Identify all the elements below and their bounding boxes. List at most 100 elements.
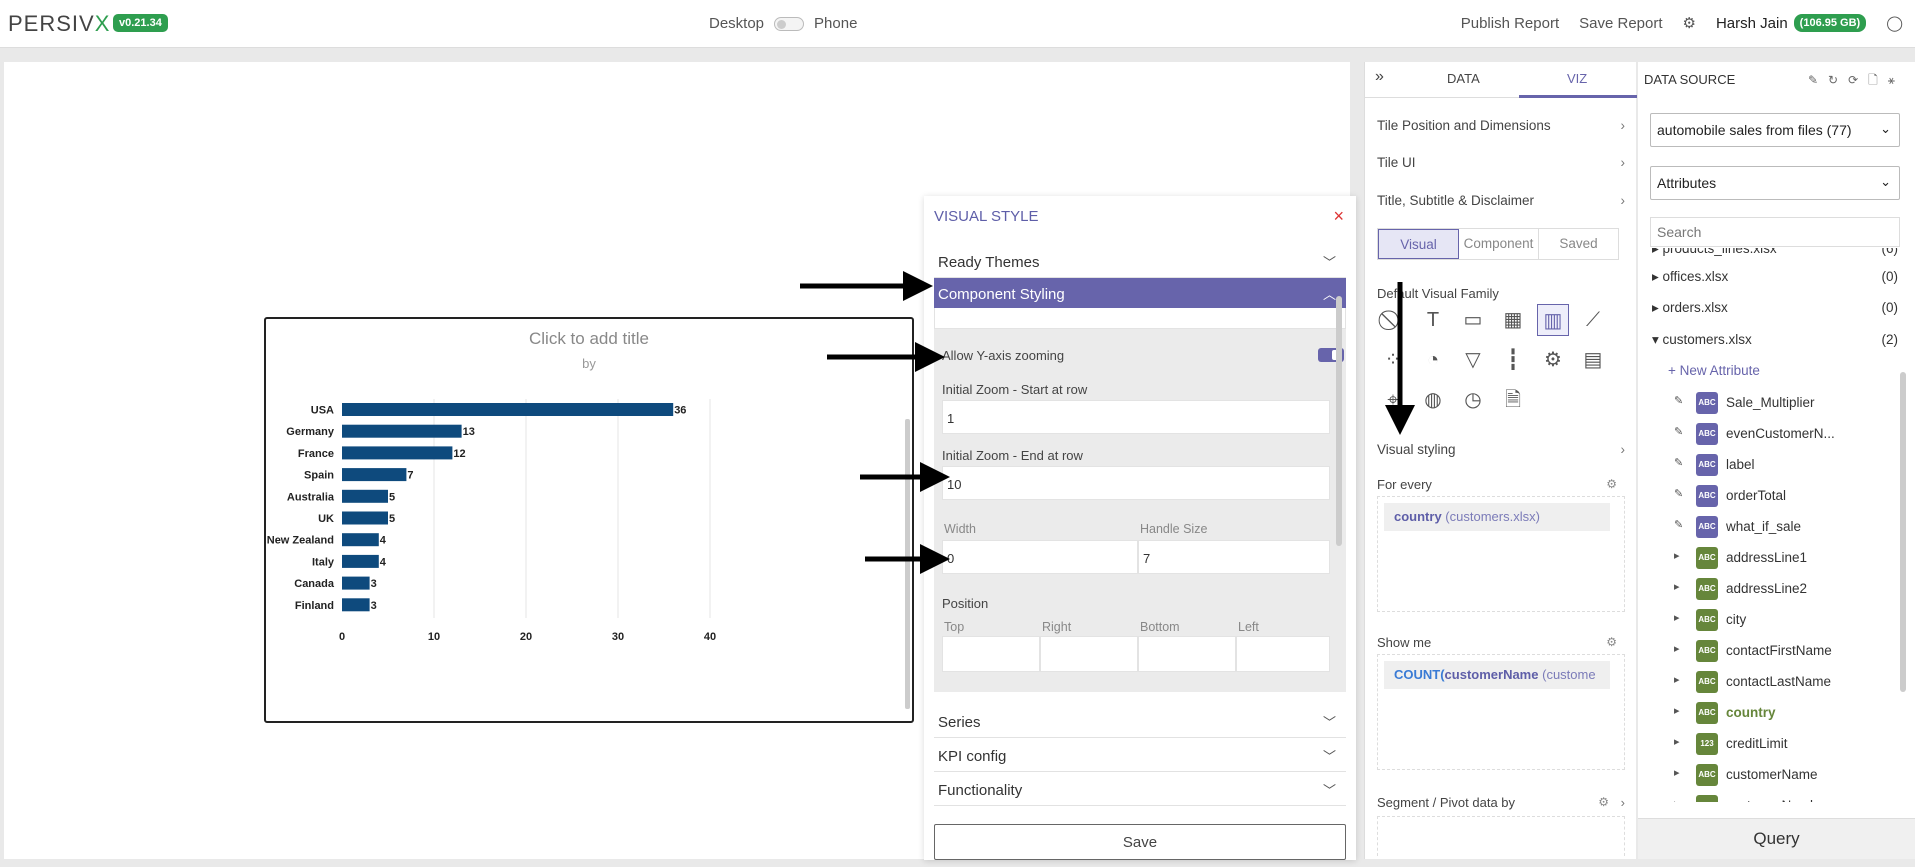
- pencil-icon[interactable]: ✎: [1674, 456, 1686, 469]
- handle-size-input[interactable]: 7: [1138, 540, 1330, 574]
- gear-icon[interactable]: ⚙: [1683, 14, 1696, 32]
- caret-right-icon[interactable]: ▸: [1674, 580, 1686, 593]
- layout-icon[interactable]: ▤: [1577, 344, 1609, 376]
- tab-data[interactable]: DATA: [1447, 71, 1480, 86]
- width-input[interactable]: 0: [942, 540, 1138, 574]
- gauge-icon[interactable]: ◷: [1457, 384, 1489, 416]
- close-icon[interactable]: ×: [1333, 206, 1344, 227]
- segment-pivot-row[interactable]: Segment / Pivot data by ⚙ ›: [1377, 795, 1625, 810]
- pos-left-input[interactable]: [1236, 636, 1330, 672]
- caret-right-icon[interactable]: ▸: [1674, 797, 1686, 802]
- tree-file-orders[interactable]: ▸ orders.xlsx (0): [1652, 300, 1898, 322]
- caret-right-icon[interactable]: ▸: [1674, 704, 1686, 717]
- pencil-icon[interactable]: ✎: [1674, 487, 1686, 500]
- list-item[interactable]: ✎ ABC Sale_Multiplier: [1674, 392, 1898, 418]
- pos-bottom-input[interactable]: [1138, 636, 1236, 672]
- pie-chart-icon[interactable]: ◔: [1417, 344, 1449, 376]
- save-report-button[interactable]: Save Report: [1579, 15, 1662, 32]
- pencil-icon[interactable]: ✎: [1674, 518, 1686, 531]
- visual-styling-row[interactable]: Visual styling ›: [1377, 442, 1625, 457]
- none-icon[interactable]: ⃠: [1377, 304, 1409, 336]
- list-item[interactable]: ▸ABCcustomerNumber: [1674, 795, 1898, 802]
- list-item[interactable]: ▸ ABC contactLastName: [1674, 671, 1898, 697]
- pos-top-input[interactable]: [942, 636, 1040, 672]
- kpi-config-accordion[interactable]: KPI config ﹀: [934, 740, 1346, 772]
- list-item[interactable]: ▸ ABC country: [1674, 702, 1898, 728]
- table-icon[interactable]: ▦: [1497, 304, 1529, 336]
- line-chart-icon[interactable]: ⟋: [1577, 304, 1609, 336]
- title-subtitle-row[interactable]: Title, Subtitle & Disclaimer ›: [1377, 193, 1625, 208]
- attributes-select[interactable]: Attributes ⌄: [1650, 166, 1900, 200]
- new-attribute-button[interactable]: + New Attribute: [1668, 363, 1760, 378]
- caret-right-icon[interactable]: ▸: [1674, 673, 1686, 686]
- tree-file-offices[interactable]: ▸ offices.xlsx (0): [1652, 269, 1898, 291]
- zoom-end-input[interactable]: 10: [942, 466, 1330, 500]
- functionality-accordion[interactable]: Functionality ﹀: [934, 774, 1346, 806]
- bar-chart-icon[interactable]: ▥: [1537, 304, 1569, 336]
- settings-icon[interactable]: ⚙: [1598, 795, 1609, 809]
- zoom-start-input[interactable]: 1: [942, 400, 1330, 434]
- caret-right-icon[interactable]: ▸: [1674, 642, 1686, 655]
- list-item[interactable]: ✎ ABC label: [1674, 454, 1898, 480]
- tile-scrollbar[interactable]: [905, 419, 910, 709]
- list-item[interactable]: ▸ ABC city: [1674, 609, 1898, 635]
- show-me-dropzone[interactable]: COUNT(customerName (custome: [1377, 654, 1625, 770]
- map-pin-icon[interactable]: ⌖: [1377, 384, 1409, 416]
- search-input[interactable]: Search: [1650, 217, 1900, 247]
- user-name[interactable]: Harsh Jain: [1716, 15, 1788, 32]
- settings-icon[interactable]: ⚙: [1606, 635, 1617, 649]
- pencil-icon[interactable]: ✎: [1674, 425, 1686, 438]
- card-icon[interactable]: ▭: [1457, 304, 1489, 336]
- network-icon[interactable]: ⚹: [1888, 73, 1905, 87]
- tile-position-row[interactable]: Tile Position and Dimensions ›: [1377, 118, 1625, 133]
- save-button[interactable]: Save: [934, 824, 1346, 860]
- list-item[interactable]: ▸ 123 creditLimit: [1674, 733, 1898, 759]
- component-styling-accordion[interactable]: Component Styling ︿: [934, 278, 1346, 310]
- sync-icon[interactable]: ⟳: [1848, 73, 1868, 87]
- user-icon[interactable]: ◯: [1886, 14, 1903, 32]
- subtab-visual[interactable]: Visual: [1378, 229, 1459, 259]
- file-icon[interactable]: 🗋: [1868, 73, 1888, 87]
- edit-icon[interactable]: ✎: [1808, 73, 1828, 87]
- list-item[interactable]: ▸ ABC contactFirstName: [1674, 640, 1898, 666]
- caret-right-icon[interactable]: ▸: [1674, 611, 1686, 624]
- show-me-chip[interactable]: COUNT(customerName (custome: [1384, 661, 1610, 689]
- for-every-dropzone[interactable]: country (customers.xlsx): [1377, 496, 1625, 612]
- caret-right-icon[interactable]: ▸: [1674, 766, 1686, 779]
- candlestick-icon[interactable]: ┇: [1497, 344, 1529, 376]
- data-source-scrollbar[interactable]: [1900, 372, 1906, 692]
- ready-themes-accordion[interactable]: Ready Themes ﹀: [934, 246, 1346, 278]
- chart-tile[interactable]: Click to add title by 0 10 20 30 40 USA 36 Germ…: [264, 317, 914, 723]
- query-button[interactable]: Query: [1638, 818, 1915, 859]
- for-every-chip[interactable]: country (customers.xlsx): [1384, 503, 1610, 531]
- list-item[interactable]: ✎ ABC evenCustomerN...: [1674, 423, 1898, 449]
- subtab-component[interactable]: Component: [1459, 229, 1539, 259]
- tile-ui-row[interactable]: Tile UI ›: [1377, 155, 1625, 170]
- visual-style-scrollbar[interactable]: [1336, 296, 1342, 546]
- refresh-icon[interactable]: ↻: [1828, 73, 1848, 87]
- device-toggle[interactable]: Desktop Phone: [709, 15, 857, 32]
- publish-report-button[interactable]: Publish Report: [1461, 15, 1559, 32]
- js-file-icon[interactable]: 🗎: [1497, 384, 1529, 416]
- collapse-panel-icon[interactable]: »: [1375, 68, 1384, 86]
- tab-viz[interactable]: VIZ: [1567, 71, 1587, 86]
- list-item[interactable]: ✎ ABC what_if_sale: [1674, 516, 1898, 542]
- scatter-icon[interactable]: ⁘: [1377, 344, 1409, 376]
- settings-icon[interactable]: ⚙: [1606, 477, 1617, 491]
- funnel-icon[interactable]: ▽: [1457, 344, 1489, 376]
- list-item[interactable]: ▸ ABC addressLine2: [1674, 578, 1898, 604]
- gear-icon[interactable]: ⚙: [1537, 344, 1569, 376]
- segment-dropzone[interactable]: [1377, 816, 1625, 856]
- list-item[interactable]: ▸ ABC addressLine1: [1674, 547, 1898, 573]
- tree-file-products[interactable]: ▸ products_lines.xlsx (6): [1652, 248, 1898, 263]
- series-accordion[interactable]: Series ﹀: [934, 706, 1346, 738]
- device-switch[interactable]: [774, 17, 805, 32]
- pos-right-input[interactable]: [1040, 636, 1138, 672]
- tree-file-customers[interactable]: ▾ customers.xlsx (2): [1652, 332, 1898, 354]
- caret-right-icon[interactable]: ▸: [1674, 549, 1686, 562]
- subtab-saved[interactable]: Saved: [1539, 229, 1618, 259]
- list-item[interactable]: ▸ ABC customerName: [1674, 764, 1898, 790]
- list-item[interactable]: ✎ ABC orderTotal: [1674, 485, 1898, 511]
- pencil-icon[interactable]: ✎: [1674, 394, 1686, 407]
- text-icon[interactable]: T: [1417, 304, 1449, 336]
